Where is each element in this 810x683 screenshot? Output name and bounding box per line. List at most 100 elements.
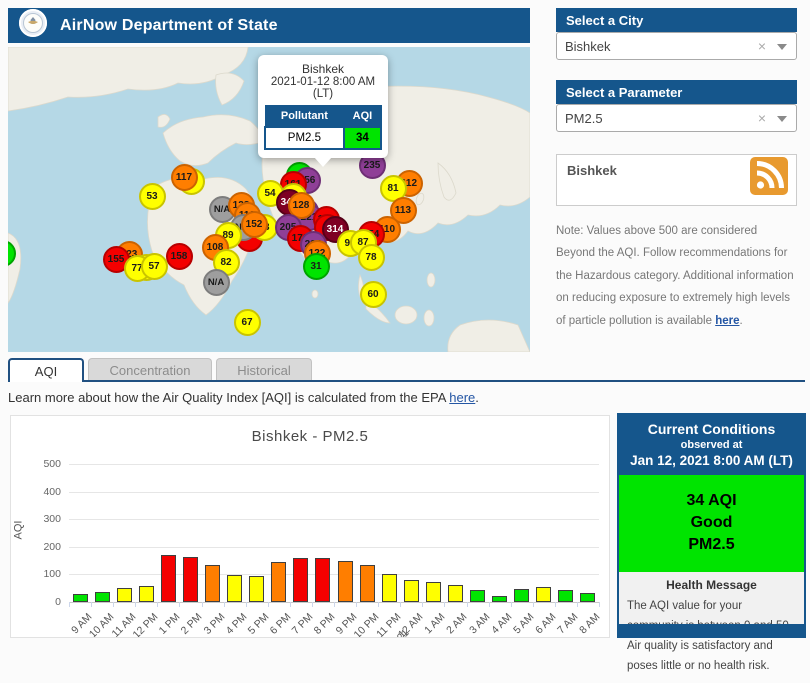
map-marker[interactable]: 31 bbox=[302, 252, 330, 280]
city-caret-down-icon[interactable] bbox=[777, 44, 787, 50]
x-axis-tick-mark bbox=[135, 602, 137, 607]
chart-bar[interactable] bbox=[403, 579, 419, 602]
map-marker[interactable]: 57 bbox=[140, 252, 168, 280]
sidebar: Select a City Bishkek × Select a Paramet… bbox=[556, 8, 797, 332]
chart-bar[interactable] bbox=[425, 582, 441, 602]
aqi-bar-chart: Bishkek - PM2.5 AQI 0 100 200 300 400 500 9 AM… bbox=[10, 415, 610, 638]
tab-aqi[interactable]: AQI bbox=[8, 358, 84, 382]
tab-aqi-label: AQI bbox=[34, 363, 58, 379]
popup-aqi-value: 34 bbox=[342, 126, 383, 150]
chart-bar[interactable] bbox=[558, 589, 574, 602]
tab-historical-label: Historical bbox=[237, 363, 291, 378]
map-popup: Bishkek 2021-01-12 8:00 AM (LT) Pollutan… bbox=[258, 55, 388, 167]
health-message-title: Health Message bbox=[666, 578, 757, 592]
chart-bar[interactable] bbox=[160, 554, 176, 602]
current-conditions-title: Current Conditions bbox=[647, 421, 776, 437]
x-axis-tick-mark bbox=[91, 602, 93, 607]
chart-bar[interactable] bbox=[293, 557, 309, 602]
tabs-underline bbox=[8, 380, 805, 382]
chart-bar[interactable] bbox=[447, 585, 463, 602]
learn-more-text: Learn more about how the Air Quality Ind… bbox=[8, 390, 479, 405]
feed-city-label: Bishkek bbox=[567, 163, 617, 178]
map-marker[interactable]: N/A bbox=[202, 268, 230, 296]
popup-timezone: (LT) bbox=[312, 88, 334, 100]
chart-bar[interactable] bbox=[536, 586, 552, 602]
popup-table: Pollutant AQI PM2.5 34 bbox=[264, 105, 383, 150]
map-marker[interactable]: 67 bbox=[233, 308, 261, 336]
chart-bar[interactable] bbox=[72, 593, 88, 602]
chart-bar[interactable] bbox=[94, 592, 110, 602]
parameter-clear-icon[interactable]: × bbox=[758, 110, 766, 126]
gridline bbox=[69, 574, 599, 576]
x-axis-tick-mark bbox=[245, 602, 247, 607]
city-widget-header: Select a City bbox=[556, 8, 797, 32]
x-axis-tick-mark bbox=[311, 602, 313, 607]
popup-city: Bishkek bbox=[301, 62, 345, 76]
learn-more-here-link[interactable]: here bbox=[449, 390, 475, 405]
chart-bar[interactable] bbox=[315, 558, 331, 602]
map-marker[interactable]: 117 bbox=[170, 163, 198, 191]
y-axis-tick-label: 300 bbox=[43, 513, 61, 526]
world-map[interactable]: 5211753235356161911128154N/A128110341234… bbox=[8, 47, 530, 352]
note-text: Note: Values above 500 are considered Be… bbox=[556, 220, 797, 332]
parameter-select[interactable]: PM2.5 × bbox=[556, 104, 797, 132]
aqi-pollutant: PM2.5 bbox=[688, 536, 735, 553]
chart-bar[interactable] bbox=[337, 560, 353, 602]
parameter-widget-header: Select a Parameter bbox=[556, 80, 797, 104]
city-select-value: Bishkek bbox=[565, 38, 611, 54]
rss-icon[interactable] bbox=[750, 157, 788, 198]
tab-concentration[interactable]: Concentration bbox=[88, 358, 212, 382]
x-axis-tick-mark bbox=[576, 602, 578, 607]
y-axis-tick-label: 200 bbox=[43, 540, 61, 553]
y-axis-tick-label: 0 bbox=[55, 596, 61, 608]
x-axis-tick-mark bbox=[334, 602, 335, 607]
chart-bar[interactable] bbox=[359, 564, 375, 602]
gridline bbox=[69, 464, 599, 465]
chart-bar[interactable] bbox=[205, 565, 221, 602]
chart-bar[interactable] bbox=[227, 575, 243, 602]
chart-bar[interactable] bbox=[271, 561, 287, 602]
x-axis-tick-mark bbox=[510, 602, 512, 607]
chart-bar[interactable] bbox=[182, 557, 198, 602]
x-axis-tick-mark bbox=[223, 602, 225, 607]
tab-historical[interactable]: Historical bbox=[216, 358, 312, 382]
popup-tail bbox=[314, 157, 332, 167]
chart-bar[interactable] bbox=[580, 592, 596, 602]
city-select[interactable]: Bishkek × bbox=[556, 32, 797, 60]
popup-pollutant-value: PM2.5 bbox=[264, 126, 345, 150]
chart-bar[interactable] bbox=[470, 590, 486, 602]
x-axis-tick-mark bbox=[289, 602, 291, 607]
note-here-link[interactable]: here bbox=[715, 315, 739, 327]
current-conditions-panel: Current Conditions observed at Jan 12, 2… bbox=[617, 413, 806, 672]
x-axis-tick-mark bbox=[599, 602, 600, 607]
gridline bbox=[69, 491, 599, 493]
city-clear-icon[interactable]: × bbox=[758, 38, 766, 54]
aqi-summary-box: 34 AQI Good PM2.5 bbox=[619, 475, 804, 572]
parameter-select-value: PM2.5 bbox=[565, 110, 603, 126]
map-marker[interactable]: 152 bbox=[240, 210, 268, 238]
x-axis-tick-mark bbox=[201, 602, 203, 607]
popup-col-pollutant: Pollutant bbox=[264, 105, 345, 128]
map-marker[interactable]: 78 bbox=[357, 243, 385, 271]
y-axis-tick-label: 100 bbox=[43, 568, 61, 581]
feed-box: Bishkek bbox=[556, 154, 797, 206]
map-marker[interactable]: 158 bbox=[165, 242, 193, 270]
chart-bar[interactable] bbox=[492, 595, 508, 602]
chart-bar[interactable] bbox=[381, 574, 397, 602]
note-prefix: Note: Values above 500 are considered Be… bbox=[556, 225, 794, 327]
map-marker[interactable]: 60 bbox=[359, 280, 387, 308]
x-axis-tick-mark bbox=[157, 602, 159, 607]
current-conditions-footer bbox=[619, 624, 804, 636]
parameter-caret-down-icon[interactable] bbox=[777, 116, 787, 122]
map-marker[interactable]: 53 bbox=[138, 182, 166, 210]
app-title: AirNow Department of State bbox=[60, 16, 278, 34]
chart-bar[interactable] bbox=[116, 588, 132, 602]
x-axis-tick-mark bbox=[488, 602, 490, 607]
chart-bar[interactable] bbox=[514, 588, 530, 602]
chart-bar[interactable] bbox=[138, 586, 154, 602]
observed-datetime: Jan 12, 2021 8:00 AM (LT) bbox=[630, 453, 793, 468]
note-suffix: . bbox=[739, 314, 743, 327]
health-message-text: The AQI value for your community is betw… bbox=[627, 600, 792, 673]
chart-bar[interactable] bbox=[249, 576, 265, 602]
x-axis-tick-mark bbox=[378, 602, 380, 607]
